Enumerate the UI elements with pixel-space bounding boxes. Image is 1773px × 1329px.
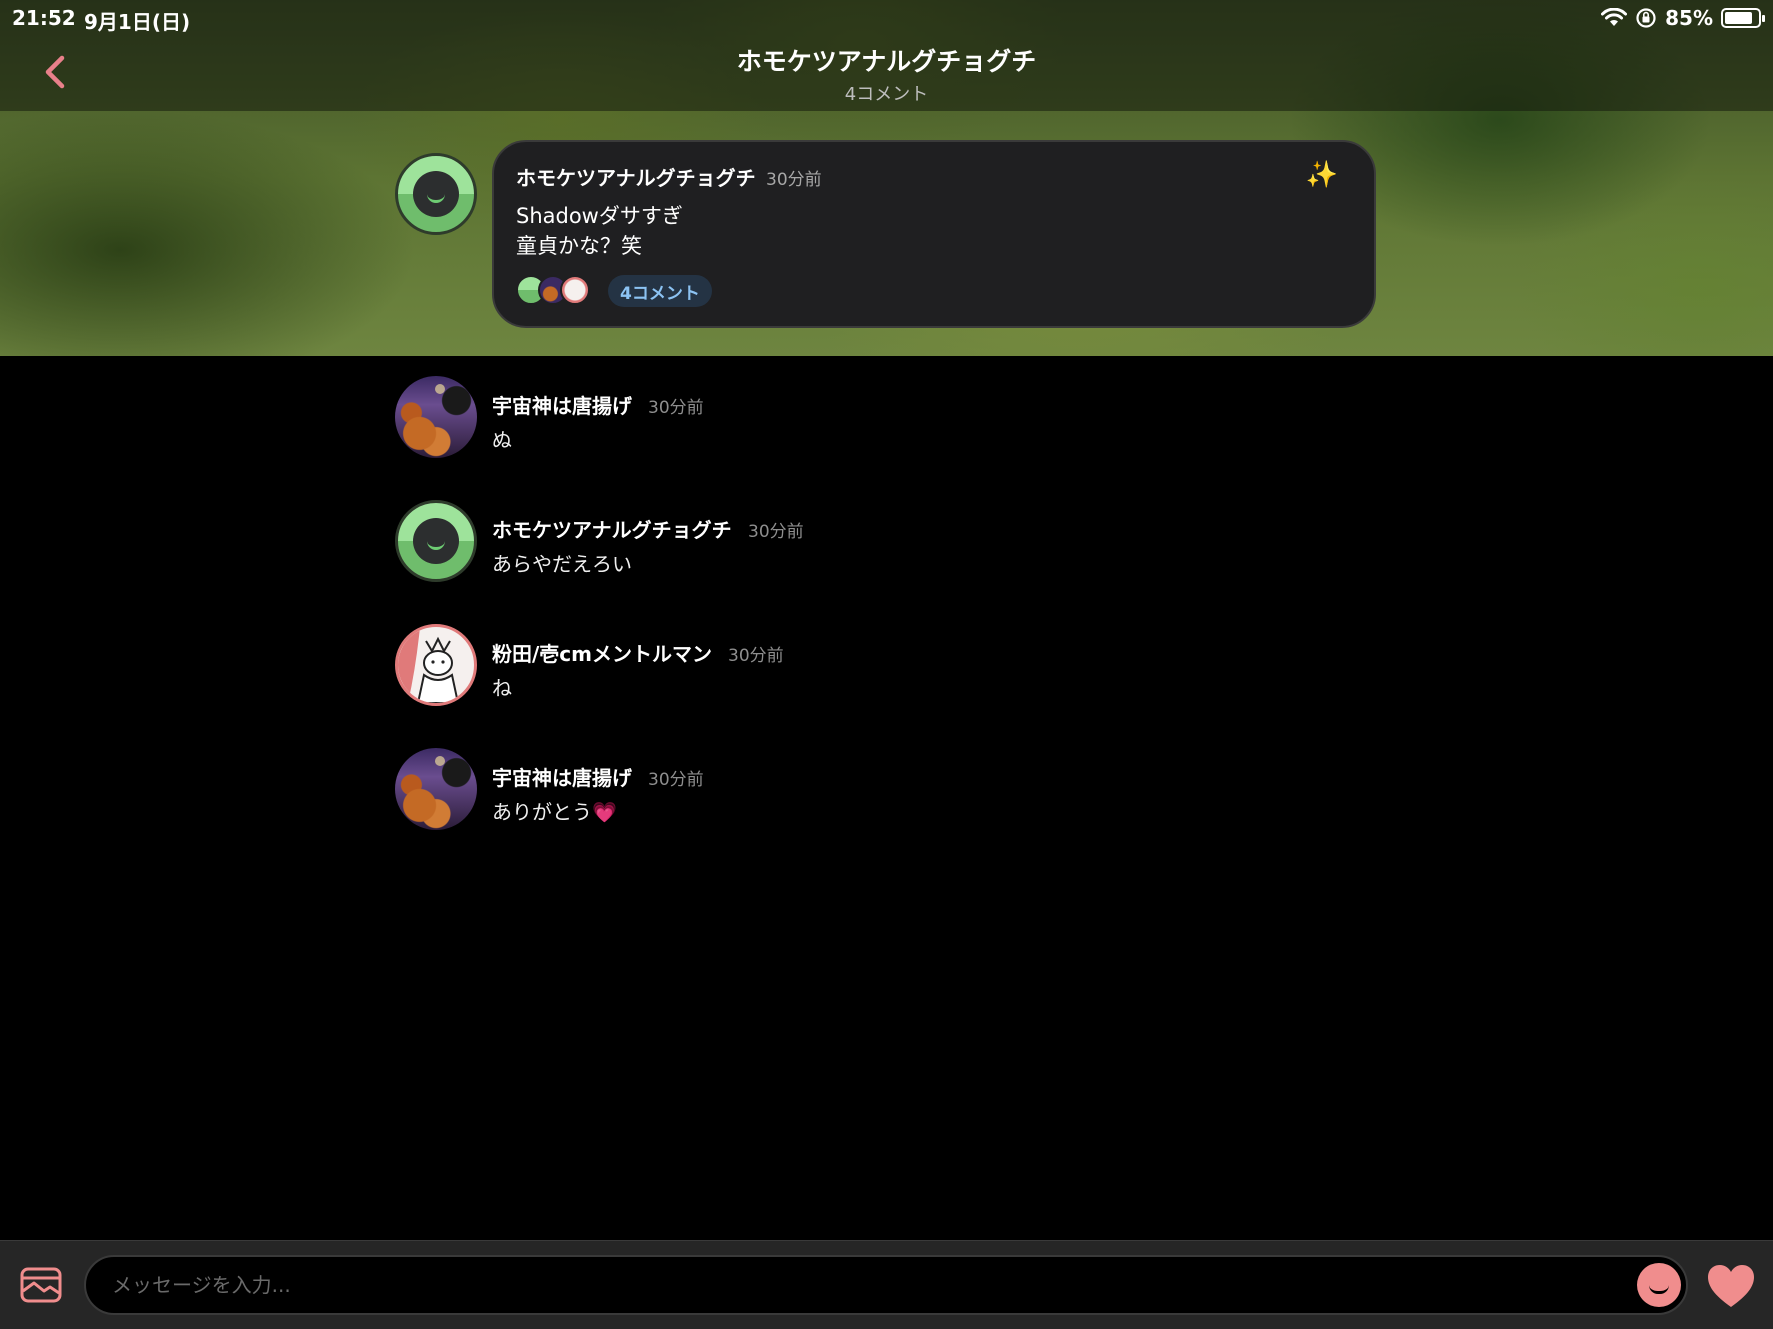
comment-text: ありがとう💗 (492, 800, 617, 824)
post-text-line: 童貞かな？笑 (516, 234, 642, 258)
status-indicators: 85% (1601, 6, 1765, 30)
comment-row[interactable]: 粉田/壱cmメントルマン 30分前ね (0, 624, 1773, 724)
commenter-avatar[interactable] (395, 500, 477, 582)
comment-timestamp: 30分前 (748, 522, 804, 542)
post-author-avatar[interactable] (395, 153, 477, 235)
commenter-avatar[interactable] (395, 748, 477, 830)
orientation-lock-icon (1636, 8, 1656, 28)
message-input[interactable] (84, 1255, 1688, 1315)
comment-count-pill[interactable]: 4コメント (608, 275, 712, 307)
comment-row[interactable]: ホモケツアナルグチョグチ 30分前あらやだえろい (0, 500, 1773, 600)
status-time: 21:52 (12, 6, 76, 30)
sticker-button[interactable] (1637, 1263, 1681, 1307)
comment-text: ぬ (492, 428, 512, 452)
mini-avatar (560, 275, 590, 305)
comment-author[interactable]: 宇宙神は唐揚げ (492, 390, 632, 419)
comment-timestamp: 30分前 (728, 646, 784, 666)
commenter-avatar[interactable] (395, 376, 477, 458)
post-timestamp: 30分前 (766, 170, 822, 190)
comment-row[interactable]: 宇宙神は唐揚げ 30分前ありがとう💗 (0, 748, 1773, 848)
commenter-avatar[interactable] (395, 624, 477, 706)
comment-timestamp: 30分前 (648, 770, 704, 790)
comment-text: ね (492, 676, 512, 700)
comment-row[interactable]: 宇宙神は唐揚げ 30分前ぬ (0, 376, 1773, 476)
commenter-avatars[interactable] (516, 274, 596, 306)
comment-text: あらやだえろい (492, 552, 632, 576)
wifi-icon (1601, 8, 1628, 26)
heart-icon[interactable] (1706, 1263, 1756, 1309)
battery-percent: 85% (1665, 6, 1713, 30)
post-author-name[interactable]: ホモケツアナルグチョグチ (516, 162, 756, 191)
sparkles-icon[interactable]: ✨ (1306, 160, 1338, 190)
comment-author[interactable]: 粉田/壱cmメントルマン (492, 638, 712, 667)
comment-author[interactable]: ホモケツアナルグチョグチ (492, 514, 732, 543)
status-date: 9月1日(日) (84, 10, 191, 34)
battery-icon (1721, 8, 1765, 28)
page-title: ホモケツアナルグチョグチ (736, 47, 1037, 76)
image-picker-icon[interactable] (20, 1267, 62, 1303)
comment-author[interactable]: 宇宙神は唐揚げ (492, 762, 632, 791)
message-composer (0, 1240, 1773, 1329)
battery-level (1725, 12, 1753, 24)
post-card[interactable]: ホモケツアナルグチョグチ 30分前 Shadowダサすぎ 童貞かな？笑 ✨ 4コ… (492, 140, 1376, 328)
page-subtitle: 4コメント (844, 84, 929, 105)
post-text-line: Shadowダサすぎ (516, 204, 683, 228)
comment-timestamp: 30分前 (648, 398, 704, 418)
